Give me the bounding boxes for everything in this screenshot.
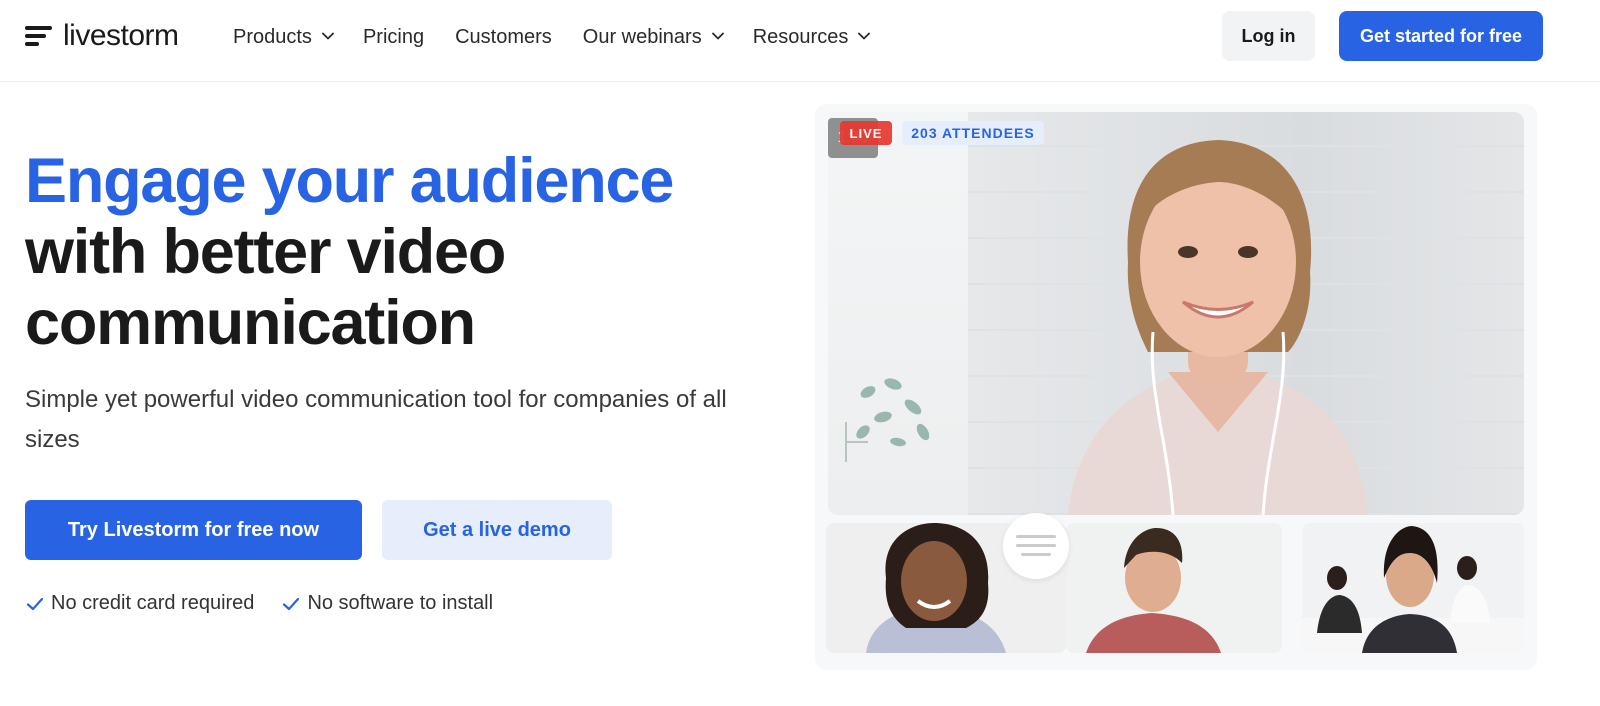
live-demo-button[interactable]: Get a live demo xyxy=(382,500,612,560)
checklist-item: No credit card required xyxy=(25,592,254,615)
participant-avatar xyxy=(1302,523,1524,653)
livestorm-logo[interactable]: livestorm xyxy=(25,20,179,52)
chat-menu-icon[interactable] xyxy=(1003,513,1069,579)
attendees-badge: 203 ATTENDEES xyxy=(902,121,1044,145)
nav-item-our-webinars[interactable]: Our webinars xyxy=(582,25,724,49)
feature-checklist: No credit card required No software to i… xyxy=(25,592,520,615)
get-started-button[interactable]: Get started for free xyxy=(1339,11,1543,61)
login-button[interactable]: Log in xyxy=(1222,11,1315,61)
participant-video-thumbnail xyxy=(1302,523,1524,653)
speaker-avatar xyxy=(1068,140,1368,515)
hero-title-highlight: Engage your audience xyxy=(25,146,674,216)
checkmark-icon xyxy=(281,594,301,614)
top-navbar: livestorm Products Pricing Customers Our… xyxy=(0,0,1600,82)
nav-item-label: Pricing xyxy=(362,25,425,48)
nav-item-label: Products xyxy=(233,25,312,48)
nav-item-customers[interactable]: Customers xyxy=(455,26,552,49)
chevron-down-icon xyxy=(858,31,871,41)
checklist-item: No software to install xyxy=(281,592,493,615)
plant-illustration xyxy=(845,378,930,462)
chevron-down-icon xyxy=(711,31,724,41)
nav-item-products[interactable]: Products xyxy=(233,25,334,49)
nav-item-pricing[interactable]: Pricing xyxy=(363,26,424,49)
checklist-text: No credit card required xyxy=(51,592,255,614)
try-free-button[interactable]: Try Livestorm for free now xyxy=(25,500,362,560)
checklist-text: No software to install xyxy=(307,592,494,614)
nav-item-label: Customers xyxy=(455,25,552,48)
live-badge: LIVE xyxy=(840,121,892,145)
participant-avatar xyxy=(1066,523,1282,653)
chevron-down-icon xyxy=(322,31,334,41)
nav-item-label: Our webinars xyxy=(582,25,702,48)
hero-subtitle: Simple yet powerful video communication … xyxy=(25,386,727,453)
brand-name: livestorm xyxy=(63,19,179,52)
hero-title-line-3: communication xyxy=(25,288,476,358)
main-speaker-video xyxy=(828,112,1524,515)
participant-video-thumbnail xyxy=(1066,523,1282,653)
checkmark-icon xyxy=(25,594,45,614)
nav-item-label: Resources xyxy=(752,25,849,48)
nav-item-resources[interactable]: Resources xyxy=(752,25,871,49)
hero-title: Engage your audience with better video c… xyxy=(25,146,785,359)
main-menu: Products Pricing Customers Our webinars … xyxy=(233,22,899,52)
livestorm-logo-icon xyxy=(25,24,55,48)
hero-title-line-2: with better video xyxy=(25,217,506,287)
